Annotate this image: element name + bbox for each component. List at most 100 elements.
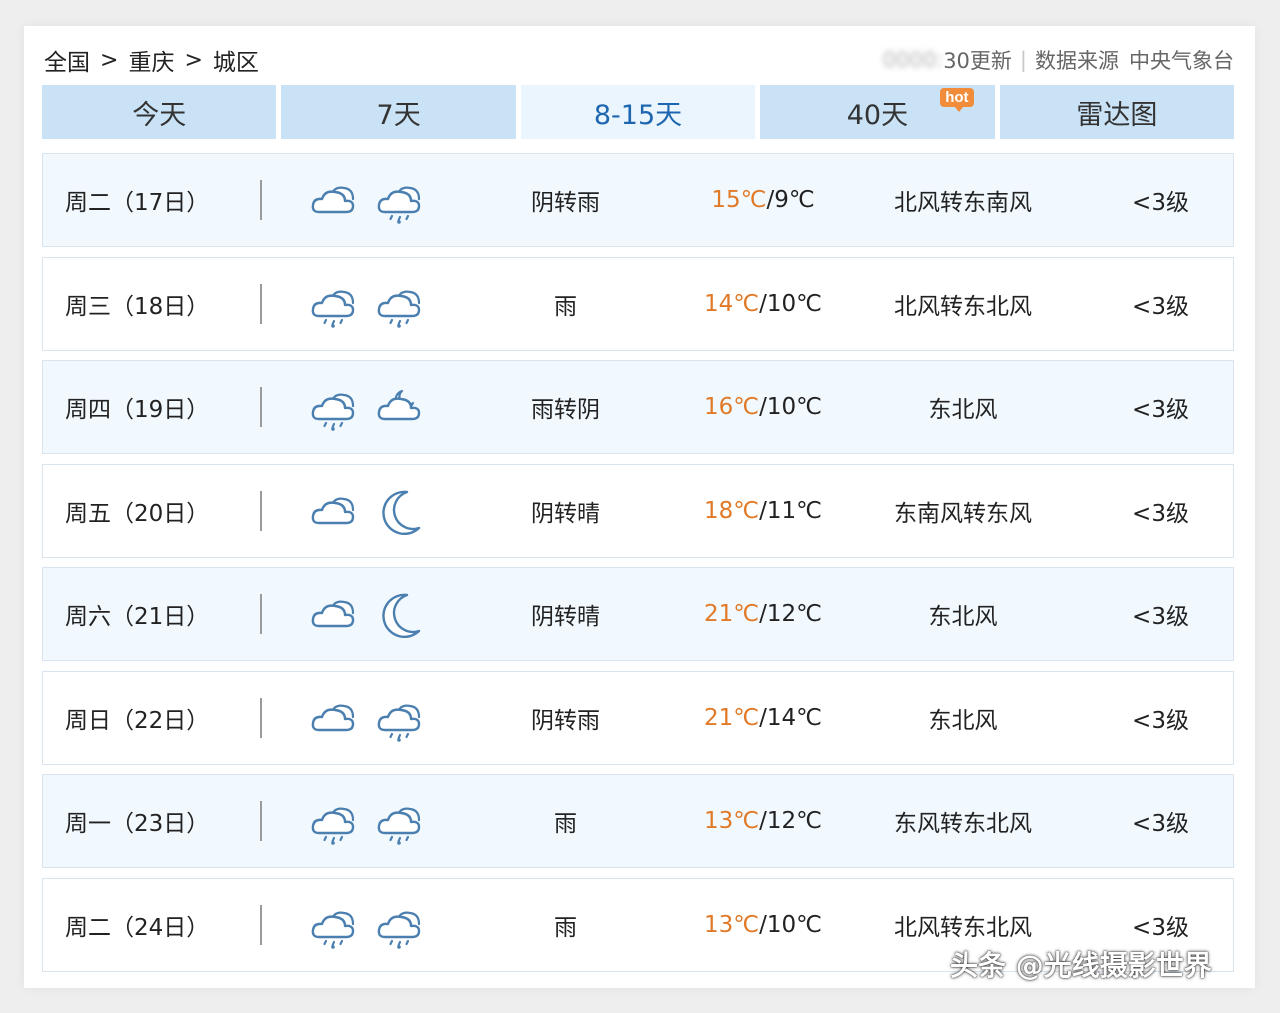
tab-8-15-days[interactable]: 8-15天 (520, 85, 756, 139)
temperature: 18℃/11℃ (678, 465, 848, 557)
divider (260, 904, 262, 945)
rain-icon-graphic (377, 186, 421, 224)
rain-icon (307, 383, 359, 431)
breadcrumb-district[interactable]: 城区 (213, 43, 259, 77)
weather-icons (307, 465, 427, 557)
tab-radar[interactable]: 雷达图 (999, 85, 1235, 139)
cloudy-icon (307, 590, 359, 638)
high-temp: 18℃ (704, 497, 760, 524)
rain-icon-graphic (377, 807, 421, 845)
divider (260, 387, 262, 427)
tab-label: 8-15天 (593, 99, 683, 131)
rain-icon (373, 176, 425, 224)
wind-level: <3级 (1132, 604, 1189, 630)
top-bar: 全国 > 重庆 > 城区 0000: 30更新 | 数据来源 中央气象台 (44, 42, 1234, 78)
cloudy-icon-graphic (311, 600, 355, 628)
temp-separator: / (759, 290, 767, 317)
tab-7-days[interactable]: 7天 (281, 85, 516, 139)
cloudy-icon-graphic (311, 186, 355, 214)
day-label: 周三（18日） (65, 293, 210, 320)
high-temp: 21℃ (704, 601, 760, 627)
temperature: 14℃/10℃ (678, 258, 848, 350)
day-label: 周六（21日） (65, 604, 210, 630)
weather-description: 雨 (554, 811, 577, 837)
wind-direction: 东风转东北风 (894, 811, 1032, 837)
tab-label: 40天 (846, 99, 909, 131)
rain-icon (373, 280, 425, 328)
divider (260, 801, 262, 841)
day-label: 周日（22日） (65, 707, 210, 734)
high-temp: 21℃ (704, 704, 760, 731)
weather-description: 阴转晴 (531, 500, 600, 527)
rain-icon (373, 694, 425, 742)
wind-direction: 东北风 (928, 397, 998, 423)
weather-icons (307, 879, 427, 971)
moon-icon-graphic (382, 593, 421, 638)
low-temp: 12℃ (766, 808, 822, 834)
breadcrumb-city[interactable]: 重庆 (128, 43, 174, 77)
wind-level: <3级 (1132, 707, 1189, 734)
forecast-list: 周二（17日） 阴转雨 15℃/9℃ 北风转东南风 <3级 周三（18日） 雨 … (42, 153, 1234, 981)
weather-description: 阴转雨 (531, 190, 600, 216)
temp-separator: / (759, 497, 767, 524)
temperature: 13℃/10℃ (678, 879, 848, 971)
tab-label: 7天 (376, 99, 421, 131)
weather-description: 雨 (554, 914, 577, 941)
update-time-text: 30更新 (943, 49, 1012, 73)
forecast-row: 周一（23日） 雨 13℃/12℃ 东风转东北风 <3级 (42, 774, 1234, 868)
high-temp: 15℃ (711, 187, 767, 213)
low-temp: 9℃ (774, 187, 815, 213)
high-temp: 13℃ (704, 808, 760, 834)
breadcrumb-country[interactable]: 全国 (44, 43, 90, 77)
rain-icon-graphic (311, 290, 355, 328)
tab-today[interactable]: 今天 (42, 85, 277, 139)
wind-level: <3级 (1132, 811, 1189, 837)
forecast-row: 周六（21日） 阴转晴 21℃/12℃ 东北风 <3级 (42, 567, 1234, 661)
divider (260, 180, 262, 220)
low-temp: 12℃ (766, 601, 822, 627)
cloudy-icon (307, 487, 359, 535)
forecast-row: 周三（18日） 雨 14℃/10℃ 北风转东北风 <3级 (42, 256, 1234, 351)
breadcrumb-separator: > (184, 47, 203, 73)
divider: | (1019, 48, 1027, 72)
wind-direction: 东北风 (928, 707, 998, 734)
temp-separator: / (759, 704, 767, 731)
data-source-label: 数据来源 (1035, 49, 1119, 73)
wind-level: <3级 (1132, 190, 1189, 216)
day-label: 周一（23日） (65, 811, 210, 837)
weather-icons (307, 672, 427, 764)
wind-direction: 北风转东南风 (894, 190, 1032, 216)
temperature: 15℃/9℃ (678, 154, 848, 246)
weather-description: 阴转晴 (531, 604, 600, 630)
cloudy-night-icon (373, 383, 425, 431)
cloudy-night-icon-graphic (377, 389, 421, 421)
day-label: 周五（20日） (65, 500, 210, 527)
breadcrumb-separator: > (100, 47, 119, 73)
wind-direction: 东南风转东风 (894, 500, 1032, 527)
forecast-row: 周五（20日） 阴转晴 18℃/11℃ 东南风转东风 <3级 (42, 463, 1234, 558)
temperature: 21℃/12℃ (678, 568, 848, 660)
temp-separator: / (759, 394, 767, 420)
rain-icon (307, 280, 359, 328)
weather-icons (307, 568, 427, 660)
weather-icons (307, 775, 427, 867)
divider (260, 697, 262, 738)
rain-icon-graphic (311, 393, 355, 431)
watermark: 头条 @光线摄影世界 (950, 949, 1212, 982)
low-temp: 10℃ (766, 290, 822, 317)
divider (260, 283, 262, 324)
wind-level: <3级 (1132, 397, 1189, 423)
weather-icons (307, 361, 427, 453)
rain-icon (373, 901, 425, 949)
low-temp: 10℃ (766, 394, 822, 420)
moon-icon (373, 590, 425, 638)
high-temp: 16℃ (704, 394, 760, 420)
forecast-tabs: 今天 7天 8-15天 40天 hot 雷达图 (42, 85, 1235, 139)
temp-separator: / (759, 601, 767, 627)
wind-level: <3级 (1132, 293, 1189, 320)
temperature: 21℃/14℃ (678, 672, 848, 764)
tab-40-days[interactable]: 40天 hot (760, 85, 995, 139)
rain-icon (307, 797, 359, 845)
temp-separator: / (759, 911, 767, 938)
wind-direction: 东北风 (928, 604, 998, 630)
